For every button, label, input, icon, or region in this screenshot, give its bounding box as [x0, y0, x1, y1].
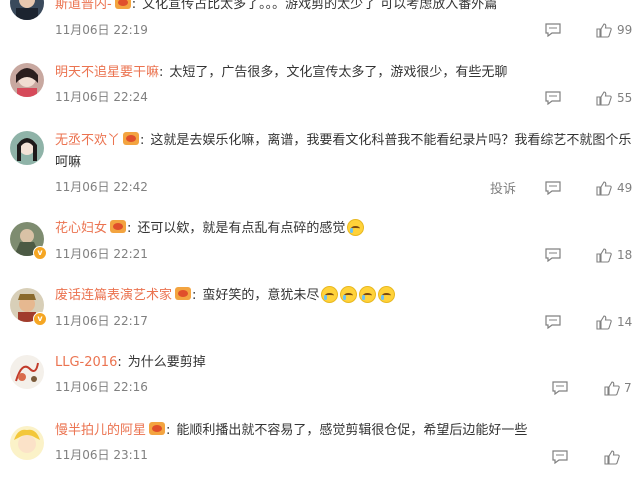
comment-time: 11月06日 22:19 — [55, 23, 148, 37]
report-link[interactable]: 投诉 — [490, 178, 516, 197]
avatar[interactable] — [10, 0, 44, 20]
comment-line: 废话连篇表演艺术家: 蛮好笑的，意犹未尽 — [55, 285, 632, 307]
comment-time: 11月06日 22:24 — [55, 90, 148, 104]
comment-time: 11月06日 22:42 — [55, 180, 148, 194]
like-count: 7 — [624, 381, 632, 395]
avatar-icon — [10, 0, 44, 20]
comment-text: 还可以欸，就是有点乱有点碎的感觉 — [137, 221, 346, 236]
comment-time: 11月06日 22:17 — [55, 314, 148, 328]
comment-time: 11月06日 22:21 — [55, 247, 148, 261]
avatar[interactable] — [10, 131, 44, 165]
comment-text: 能顺利播出就不容易了，感觉剪辑很仓促，希望后边能好一些 — [176, 423, 528, 438]
comment-line: 慢半拍儿的阿星: 能顺利播出就不容易了，感觉剪辑很仓促，希望后边能好一些 — [55, 422, 528, 438]
comment-username[interactable]: 明天不追星要干嘛 — [55, 65, 159, 80]
like-count: 49 — [617, 181, 633, 195]
laugh-cry-emoji-icon — [378, 286, 396, 303]
comment-time: 11月06日 23:11 — [55, 448, 148, 462]
reply-icon[interactable] — [545, 181, 561, 195]
like-count: 18 — [617, 248, 633, 262]
verified-badge-icon: v — [33, 246, 47, 260]
fan-medal-icon — [114, 0, 131, 9]
like-icon[interactable] — [596, 23, 612, 38]
reply-icon[interactable] — [545, 315, 561, 329]
comment-text: 太短了，广告很多，文化宣传太多了，游戏很少，有些无聊 — [169, 65, 508, 80]
like-icon[interactable] — [596, 248, 612, 263]
like-count: 55 — [617, 91, 633, 105]
laugh-cry-emoji-icon — [347, 219, 365, 236]
comment-line: 无丞不欢丫: 这就是去娱乐化嘛，离谱，我要看文化科普我不能看纪录片吗？我看综艺不就… — [55, 132, 632, 170]
fan-medal-icon — [149, 422, 166, 435]
comment-time: 11月06日 22:16 — [55, 380, 148, 394]
comment-username[interactable]: 慢半拍儿的阿星 — [55, 423, 146, 438]
comment-line: 明天不追星要干嘛: 太短了，广告很多，文化宣传太多了，游戏很少，有些无聊 — [55, 65, 508, 80]
comment-username[interactable]: 废话连篇表演艺术家 — [55, 288, 172, 303]
fan-medal-icon — [175, 287, 192, 300]
comment-username[interactable]: LLG-2016 — [55, 355, 117, 370]
like-icon[interactable] — [604, 450, 620, 465]
comment-line: 花心妇女: 还可以欸，就是有点乱有点碎的感觉 — [55, 218, 632, 240]
like-icon[interactable] — [604, 381, 620, 396]
like-count: 99 — [617, 23, 633, 37]
laugh-cry-emoji-icon — [340, 286, 358, 303]
avatar[interactable] — [10, 63, 44, 97]
comment-line: 斯道普内-: 文化宣传占比太多了。。。游戏剪的太少了 可以考虑放入番外篇 — [55, 0, 632, 16]
verified-badge-icon: v — [33, 312, 47, 326]
avatar-icon — [10, 131, 44, 165]
avatar-icon — [10, 355, 44, 389]
reply-icon[interactable] — [552, 450, 568, 464]
comment-username[interactable]: 花心妇女 — [55, 221, 107, 236]
comment-line: LLG-2016: 为什么要剪掉 — [55, 355, 206, 370]
fan-medal-icon — [110, 220, 127, 233]
avatar-icon — [10, 63, 44, 97]
like-icon[interactable] — [596, 181, 612, 196]
fan-medal-icon — [123, 132, 140, 145]
like-icon[interactable] — [596, 315, 612, 330]
comment-username[interactable]: 斯道普内- — [55, 0, 112, 12]
like-count: 14 — [617, 315, 633, 329]
laugh-cry-emoji-icon — [321, 286, 339, 303]
reply-icon[interactable] — [545, 23, 561, 37]
comment-text: 蛮好笑的，意犹未尽 — [202, 288, 320, 303]
reply-icon[interactable] — [552, 381, 568, 395]
reply-icon[interactable] — [545, 91, 561, 105]
avatar-icon — [10, 426, 44, 460]
reply-icon[interactable] — [545, 248, 561, 262]
avatar[interactable] — [10, 355, 44, 389]
laugh-cry-emoji-icon — [359, 286, 377, 303]
like-icon[interactable] — [596, 91, 612, 106]
comment-username[interactable]: 无丞不欢丫 — [55, 133, 120, 148]
avatar[interactable] — [10, 426, 44, 460]
comment-text: 为什么要剪掉 — [127, 355, 206, 370]
comment-text: 文化宣传占比太多了。。。游戏剪的太少了 可以考虑放入番外篇 — [142, 0, 498, 12]
